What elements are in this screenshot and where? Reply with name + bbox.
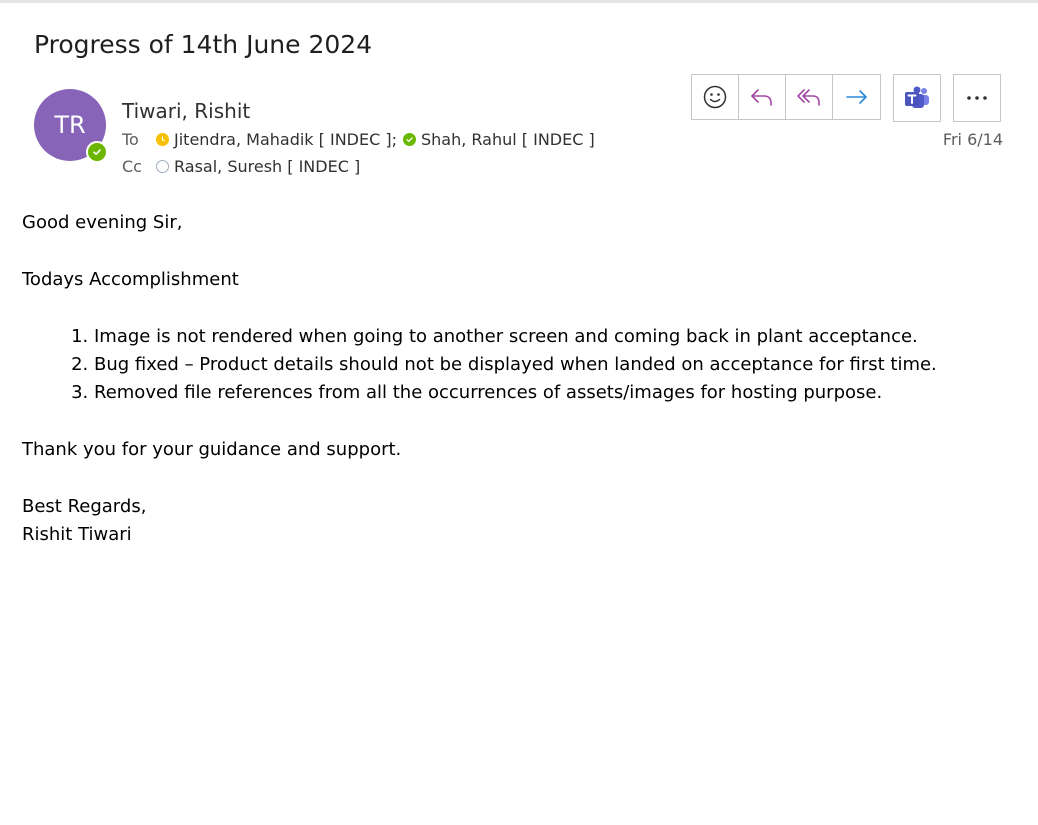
cc-row: Cc Rasal, Suresh [ INDEC ] bbox=[122, 157, 366, 176]
cc-label: Cc bbox=[122, 157, 142, 176]
body-heading: Todays Accomplishment bbox=[22, 269, 239, 290]
signature: Rishit Tiwari bbox=[22, 524, 132, 545]
reply-icon bbox=[751, 89, 772, 106]
action-button-group bbox=[691, 74, 881, 120]
message-toolbar bbox=[691, 74, 1001, 122]
list-item: Removed file references from all the occ… bbox=[94, 379, 1012, 407]
sender-name[interactable]: Tiwari, Rishit bbox=[122, 99, 250, 123]
list-item: Image is not rendered when going to anot… bbox=[94, 323, 1012, 351]
more-actions-button[interactable] bbox=[953, 74, 1001, 122]
forward-button[interactable] bbox=[833, 74, 880, 120]
reply-button[interactable] bbox=[739, 74, 786, 120]
forward-icon bbox=[845, 90, 867, 104]
teams-button[interactable] bbox=[893, 74, 941, 122]
more-icon bbox=[967, 96, 987, 100]
away-status-icon bbox=[156, 133, 169, 146]
avatar-initials: TR bbox=[54, 111, 86, 139]
recipient-shah[interactable]: Shah, Rahul [ INDEC ] bbox=[421, 130, 595, 149]
greeting: Good evening Sir, bbox=[22, 212, 183, 233]
reply-all-icon bbox=[797, 89, 820, 106]
closing-line: Best Regards, bbox=[22, 496, 147, 517]
accomplishment-list: Image is not rendered when going to anot… bbox=[22, 323, 1012, 407]
list-item: Bug fixed – Product details should not b… bbox=[94, 351, 1012, 379]
top-divider bbox=[0, 0, 1038, 3]
presence-available-icon bbox=[86, 141, 108, 163]
recipient-rasal[interactable]: Rasal, Suresh [ INDEC ] bbox=[174, 157, 360, 176]
reply-all-button[interactable] bbox=[786, 74, 833, 120]
email-body: Good evening Sir, Todays Accomplishment … bbox=[22, 209, 1012, 549]
available-status-icon bbox=[402, 133, 416, 146]
recipient-jitendra[interactable]: Jitendra, Mahadik [ INDEC ]; bbox=[174, 130, 397, 149]
teams-icon bbox=[905, 86, 929, 108]
to-label: To bbox=[122, 130, 139, 149]
reaction-button[interactable] bbox=[692, 74, 739, 120]
offline-status-icon bbox=[156, 160, 169, 173]
email-subject: Progress of 14th June 2024 bbox=[34, 30, 373, 59]
thanks-line: Thank you for your guidance and support. bbox=[22, 439, 402, 460]
to-row: To Jitendra, Mahadik [ INDEC ]; Shah, Ra… bbox=[122, 130, 601, 149]
smiley-icon bbox=[703, 85, 727, 109]
email-date: Fri 6/14 bbox=[942, 130, 1003, 149]
